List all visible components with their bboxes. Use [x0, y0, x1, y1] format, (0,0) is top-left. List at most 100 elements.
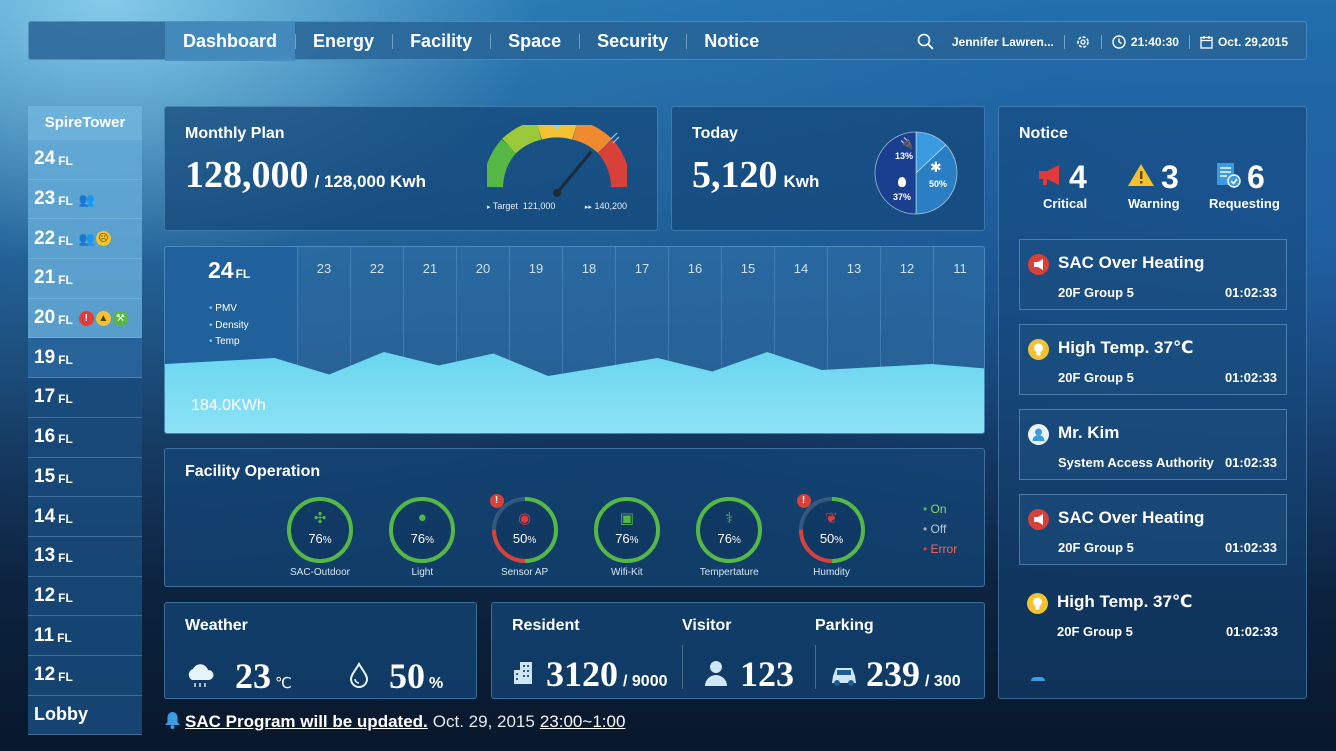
facility-gauge-sac-outdoor[interactable]: ✣ 76% SAC-Outdoor [285, 495, 355, 585]
legend-off: • Off [923, 522, 947, 536]
divider [1100, 34, 1102, 49]
calendar-icon [1200, 35, 1213, 49]
sensor-icon: ◉ [518, 510, 532, 527]
humidity-unit: % [429, 675, 444, 692]
gauge-number: 50 [819, 531, 835, 546]
error-badge-icon: ! [796, 494, 811, 508]
critical-alert-icon [1028, 509, 1049, 530]
floor-number: 16 [34, 426, 56, 448]
monthly-plan-target: / 128,000 Kwh [314, 172, 427, 191]
notice-scroll-indicator[interactable] [1031, 677, 1045, 681]
resident-title: Resident [512, 617, 580, 634]
tab-security[interactable]: Security [579, 22, 686, 61]
critical-count: 4 [1069, 159, 1087, 195]
thermometer-icon: ⚕ [725, 510, 734, 527]
chip-icon: ▣ [619, 510, 634, 527]
notice-request-summary[interactable]: 6 [1215, 159, 1265, 196]
facility-gauge-wifi-kit[interactable]: ▣ 76% Wifi-Kit [592, 495, 662, 585]
top-navigation: Dashboard Energy Facility Space Security… [28, 21, 1307, 61]
sidebar-floor-22[interactable]: 22 FL 👥 ☹ [28, 219, 142, 260]
weather-card: Weather 23 ℃ 50 % [164, 602, 477, 699]
floor-unit: FL [58, 352, 73, 367]
sidebar-floor-12b[interactable]: 12 FL [28, 655, 142, 696]
notice-item[interactable]: High Temp. 37℃ 20F Group 5 01:02:33 [1019, 324, 1287, 395]
tab-space[interactable]: Space [490, 22, 579, 61]
search-icon[interactable] [917, 33, 934, 50]
droplet-icon: ❦ [825, 510, 838, 527]
gauge-current-value: 140,200 [594, 201, 627, 211]
building-name: SpireTower [28, 106, 142, 140]
facility-gauges: ✣ 76% SAC-Outdoor ● 76% Light ◉ 50% Sensor AP! ▣ 7… [165, 449, 986, 588]
floor-unit: FL [58, 590, 73, 605]
today-energy-card: Today 5,120 Kwh 13% 37% 50% 🔌 ✱ [671, 106, 985, 231]
bulb-alert-icon [1028, 339, 1049, 360]
pie-label-37: 37% [893, 192, 912, 202]
weather-title: Weather [185, 617, 248, 634]
sidebar-floor-15[interactable]: 15 FL [28, 457, 142, 498]
floor-number: 13 [34, 545, 56, 567]
user-name[interactable]: Jennifer Lawren... [952, 35, 1054, 49]
user-request-icon [1028, 424, 1049, 445]
floor-sidebar: SpireTower 24 FL 23 FL 👥 22 FL 👥 ☹ 21 FL 20 FL… [28, 106, 142, 736]
sidebar-floor-24[interactable]: 24 FL [28, 140, 142, 180]
visitor-count: 123 [740, 654, 794, 694]
facility-gauge-light[interactable]: ● 76% Light [387, 495, 457, 585]
sidebar-floor-21[interactable]: 21 FL [28, 259, 142, 299]
notice-item[interactable]: Mr. Kim System Access Authority 01:02:33 [1019, 409, 1287, 480]
floor-number: 17 [34, 386, 56, 408]
clock-icon [1112, 34, 1126, 49]
notice-item[interactable]: SAC Over Heating 20F Group 5 01:02:33 [1019, 494, 1287, 565]
gauge-number: 50 [512, 531, 528, 546]
notice-item-time: 01:02:33 [1224, 285, 1277, 300]
floor-unit: FL [57, 630, 72, 645]
request-count: 6 [1247, 159, 1265, 195]
sad-face-icon: ☹ [95, 231, 111, 247]
floor-number: 24 [34, 148, 56, 170]
legend-error: • Error [923, 542, 958, 556]
gauge-target-icon: ▸ [487, 204, 491, 211]
bulb-alert-icon [1027, 593, 1048, 614]
building-icon [512, 660, 538, 691]
sidebar-floor-23[interactable]: 23 FL 👥 [28, 179, 142, 220]
notice-item-time: 01:02:33 [1224, 455, 1277, 470]
tab-notice[interactable]: Notice [686, 22, 777, 61]
gauge-percent: % [629, 535, 639, 546]
announcement-bar[interactable]: SAC Program will be updated. Oct. 29, 20… [164, 710, 625, 734]
car-icon [830, 664, 858, 691]
sidebar-floor-19[interactable]: 19 FL [28, 338, 142, 379]
gauge-target-label: Target [492, 201, 518, 211]
notice-item-sub: 20F Group 5 [1058, 370, 1134, 385]
sidebar-floor-12[interactable]: 12 FL [28, 576, 142, 617]
gauge-percent: % [425, 535, 434, 546]
facility-gauge-tempertature[interactable]: ⚕ 76% Tempertature [694, 495, 764, 585]
sidebar-floor-17[interactable]: 17 FL [28, 378, 142, 418]
notice-title: Notice [1019, 125, 1068, 142]
facility-gauge-sensor-ap[interactable]: ◉ 50% Sensor AP! [489, 494, 560, 585]
sidebar-floor-20[interactable]: 20 FL ! ▲ ⚒ [28, 298, 142, 339]
notice-warning-summary[interactable]: 3 [1127, 159, 1179, 196]
wrench-icon: ⚒ [112, 310, 128, 326]
megaphone-icon [1037, 163, 1065, 192]
sidebar-floor-14[interactable]: 14 FL [28, 497, 142, 537]
floor-number: 21 [34, 267, 56, 289]
notice-critical-summary[interactable]: 4 [1037, 159, 1087, 196]
sidebar-floor-13[interactable]: 13 FL [28, 536, 142, 577]
facility-gauge-humdity[interactable]: ❦ 50% Humdity! [796, 494, 867, 585]
person-icon [704, 660, 728, 691]
legend-on: • On [923, 502, 947, 516]
resident-total: / 9000 [623, 673, 668, 690]
sidebar-floor-16[interactable]: 16 FL [28, 417, 142, 458]
floor-unit: FL [58, 392, 73, 407]
lobby-label: Lobby [34, 704, 88, 725]
sidebar-floor-11[interactable]: 11 FL [28, 616, 142, 656]
parking-total: / 300 [925, 673, 961, 690]
facility-gauge-label: Wifi-Kit [611, 567, 643, 578]
tab-energy[interactable]: Energy [295, 22, 392, 61]
sidebar-lobby[interactable]: Lobby [28, 695, 142, 736]
notice-item[interactable]: High Temp. 37℃ 20F Group 5 01:02:33 [1019, 579, 1287, 650]
notice-item[interactable]: SAC Over Heating 20F Group 5 01:02:33 [1019, 239, 1287, 310]
gear-icon[interactable] [1075, 34, 1091, 50]
today-pie-chart: 13% 37% 50% 🔌 ✱ [874, 131, 958, 215]
tab-facility[interactable]: Facility [392, 22, 490, 61]
tab-dashboard[interactable]: Dashboard [165, 22, 296, 61]
